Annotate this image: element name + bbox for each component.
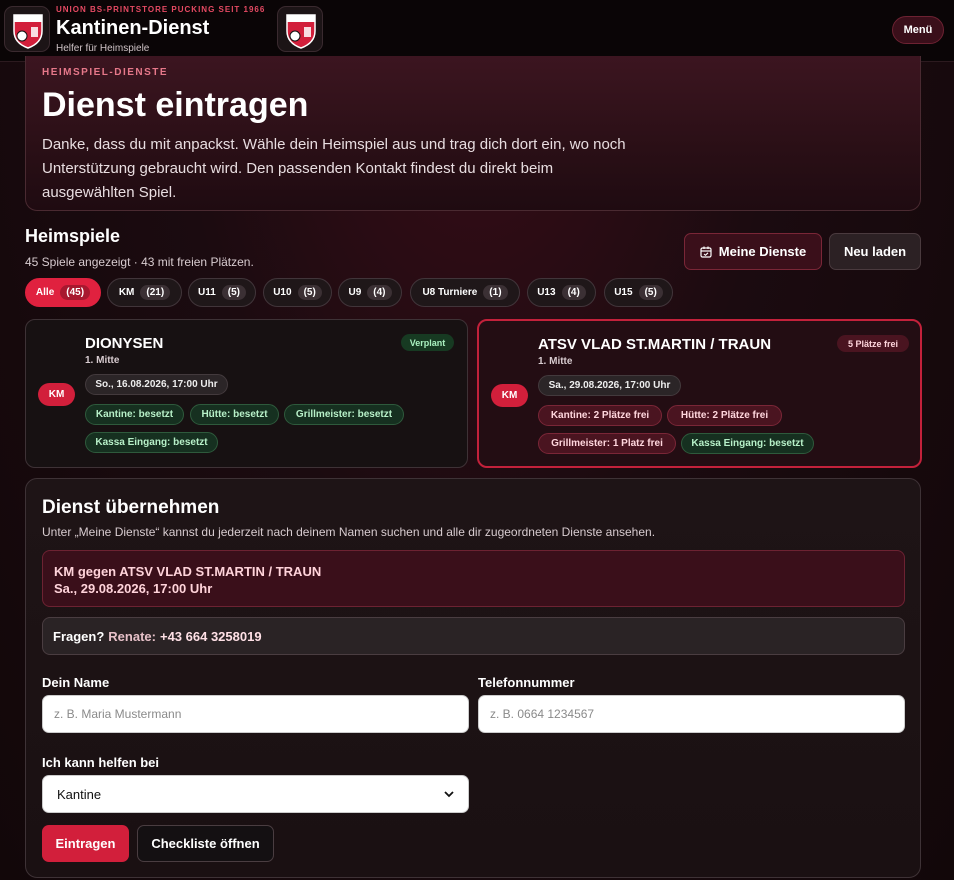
form-title: Dienst übernehmen [42, 497, 220, 518]
page-title: Dienst eintragen [42, 86, 309, 124]
contact-label: Fragen? [53, 628, 105, 644]
slot-status: Hütte: 2 Plätze frei [667, 405, 782, 426]
slot-status: Hütte: besetzt [190, 404, 279, 425]
club-logo-secondary-icon [277, 6, 323, 52]
filter-chip-u15[interactable]: U15 (5) [604, 278, 673, 307]
game-date: Sa., 29.08.2026, 17:00 Uhr [538, 375, 681, 396]
contact-phone-link[interactable]: +43 664 3258019 [160, 629, 262, 644]
game-league: 1. Mitte [538, 356, 573, 367]
brand-tagline: Helfer für Heimspiele [56, 43, 150, 54]
filter-chip-u8-turniere[interactable]: U8 Turniere (1) [410, 278, 520, 307]
hero-panel: HEIMSPIEL-DIENSTE Dienst eintragen Danke… [25, 56, 921, 211]
status-badge: Verplant [401, 334, 454, 351]
selected-game-title: KM gegen ATSV VLAD ST.MARTIN / TRAUN [54, 564, 322, 579]
team-badge: KM [491, 384, 528, 407]
help-label: Ich kann helfen bei [42, 755, 160, 770]
top-bar: UNION BS-PRINTSTORE PUCKING SEIT 1966 Ka… [0, 0, 954, 62]
slot-status: Grillmeister: besetzt [284, 404, 404, 425]
selected-game-info: KM gegen ATSV VLAD ST.MARTIN / TRAUN Sa.… [42, 550, 905, 607]
slot-status: Kantine: 2 Plätze frei [538, 405, 662, 426]
hero-kicker: HEIMSPIEL-DIENSTE [42, 67, 169, 78]
open-checklist-button[interactable]: Checkliste öffnen [137, 825, 274, 862]
submit-button[interactable]: Eintragen [42, 825, 129, 862]
menu-button[interactable]: Menü [892, 16, 944, 44]
filter-chip-km[interactable]: KM (21) [107, 278, 182, 307]
my-shifts-label: Meine Dienste [718, 244, 807, 259]
filter-chip-alle[interactable]: Alle (45) [25, 278, 101, 307]
calendar-icon [700, 246, 712, 258]
chevron-down-icon [444, 790, 454, 797]
filter-chip-u9[interactable]: U9 (4) [338, 278, 402, 307]
slot-status: Kassa Eingang: besetzt [681, 433, 814, 454]
signup-form-panel: Dienst übernehmen Unter „Meine Dienste“ … [25, 478, 921, 878]
contact-info: Fragen? Renate: +43 664 3258019 [42, 617, 905, 655]
hero-description: Danke, dass du mit anpackst. Wähle dein … [42, 136, 626, 201]
name-input[interactable] [42, 695, 469, 733]
name-label: Dein Name [42, 675, 110, 690]
slot-status: Grillmeister: 1 Platz frei [538, 433, 676, 454]
phone-label: Telefonnummer [478, 675, 575, 690]
status-badge: 5 Plätze frei [837, 335, 909, 352]
team-badge: KM [38, 383, 75, 406]
reload-button[interactable]: Neu laden [829, 233, 921, 270]
club-logo-icon[interactable] [4, 6, 50, 52]
help-select[interactable]: Kantine [42, 775, 469, 813]
help-select-value: Kantine [57, 786, 102, 802]
game-league: 1. Mitte [85, 355, 120, 366]
games-summary: 45 Spiele angezeigt · 43 mit freien Plät… [25, 255, 254, 269]
my-shifts-button[interactable]: Meine Dienste [684, 233, 822, 270]
selected-game-date: Sa., 29.08.2026, 17:00 Uhr [54, 581, 213, 596]
contact-name: Renate: [108, 628, 156, 644]
filter-chip-u13[interactable]: U13 (4) [527, 278, 596, 307]
game-opponent: ATSV VLAD ST.MARTIN / TRAUN [538, 336, 772, 353]
slot-status: Kassa Eingang: besetzt [85, 432, 218, 453]
phone-input[interactable] [478, 695, 905, 733]
slot-status: Kantine: besetzt [85, 404, 184, 425]
game-card-selected[interactable]: KM ATSV VLAD ST.MARTIN / TRAUN 1. Mitte … [477, 319, 922, 468]
brand-title: Kantinen-Dienst [56, 17, 210, 39]
brand-kicker: UNION BS-PRINTSTORE PUCKING SEIT 1966 [56, 5, 266, 14]
game-card[interactable]: KM DIONYSEN 1. Mitte Verplant So., 16.08… [25, 319, 468, 468]
games-section-title: Heimspiele [25, 226, 121, 246]
game-opponent: DIONYSEN [85, 335, 164, 352]
form-subtitle: Unter „Meine Dienste“ kannst du jederzei… [42, 525, 656, 539]
filter-chip-u11[interactable]: U11 (5) [188, 278, 256, 307]
game-date: So., 16.08.2026, 17:00 Uhr [85, 374, 228, 395]
filter-chip-u10[interactable]: U10 (5) [263, 278, 332, 307]
